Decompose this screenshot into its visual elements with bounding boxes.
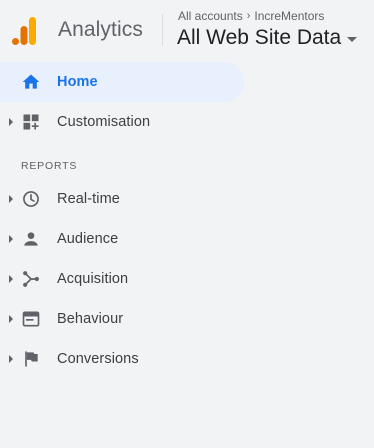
nav-item-acquisition[interactable]: Acquisition: [0, 259, 374, 299]
view-name: All Web Site Data: [177, 26, 342, 49]
nav-item-real-time[interactable]: Real-time: [0, 179, 374, 219]
person-icon: [24, 232, 38, 246]
expand-arrow-icon[interactable]: [9, 355, 13, 363]
view-selector[interactable]: All Web Site Data: [177, 26, 358, 50]
caret-down-icon: [347, 37, 358, 42]
nav-label-real-time: Real-time: [57, 191, 120, 207]
analytics-logo-icon[interactable]: [12, 17, 38, 45]
breadcrumb-root[interactable]: All accounts: [178, 9, 243, 23]
nav-label-customisation: Customisation: [57, 114, 151, 130]
flag-icon: [25, 351, 38, 367]
dashboard-customise-icon: [23, 114, 39, 130]
reports-section-header: REPORTS: [0, 142, 374, 179]
nav-label-audience: Audience: [57, 231, 119, 247]
nav-item-customisation[interactable]: Customisation: [0, 102, 374, 142]
nav-label-home: Home: [57, 74, 98, 90]
breadcrumb[interactable]: All accounts › IncreMentors: [178, 9, 324, 23]
sidebar-nav: Home Customisation REPORTS Real-time Aud…: [0, 62, 374, 379]
reports-header-label: REPORTS: [21, 160, 78, 172]
breadcrumb-separator-icon: ›: [246, 10, 251, 22]
nav-item-home[interactable]: Home: [0, 62, 244, 102]
nav-item-audience[interactable]: Audience: [0, 219, 374, 259]
home-icon: [22, 74, 40, 89]
nav-item-conversions[interactable]: Conversions: [0, 339, 374, 379]
header-divider: [162, 14, 163, 46]
nav-item-behaviour[interactable]: Behaviour: [0, 299, 374, 339]
app-header: Analytics All accounts › IncreMentors Al…: [0, 0, 374, 60]
expand-arrow-icon[interactable]: [9, 315, 13, 323]
breadcrumb-account[interactable]: IncreMentors: [254, 9, 324, 23]
expand-arrow-icon[interactable]: [9, 275, 13, 283]
expand-arrow-icon[interactable]: [9, 118, 13, 126]
nav-label-acquisition: Acquisition: [57, 271, 129, 287]
expand-arrow-icon[interactable]: [9, 195, 13, 203]
nav-label-conversions: Conversions: [57, 351, 139, 367]
nav-label-behaviour: Behaviour: [57, 311, 124, 327]
acquisition-icon: [23, 271, 39, 287]
clock-icon: [23, 191, 39, 207]
app-name: Analytics: [58, 18, 143, 41]
expand-arrow-icon[interactable]: [9, 235, 13, 243]
behaviour-icon: [22, 311, 40, 327]
analytics-sidebar-page: Analytics All accounts › IncreMentors Al…: [0, 0, 374, 448]
